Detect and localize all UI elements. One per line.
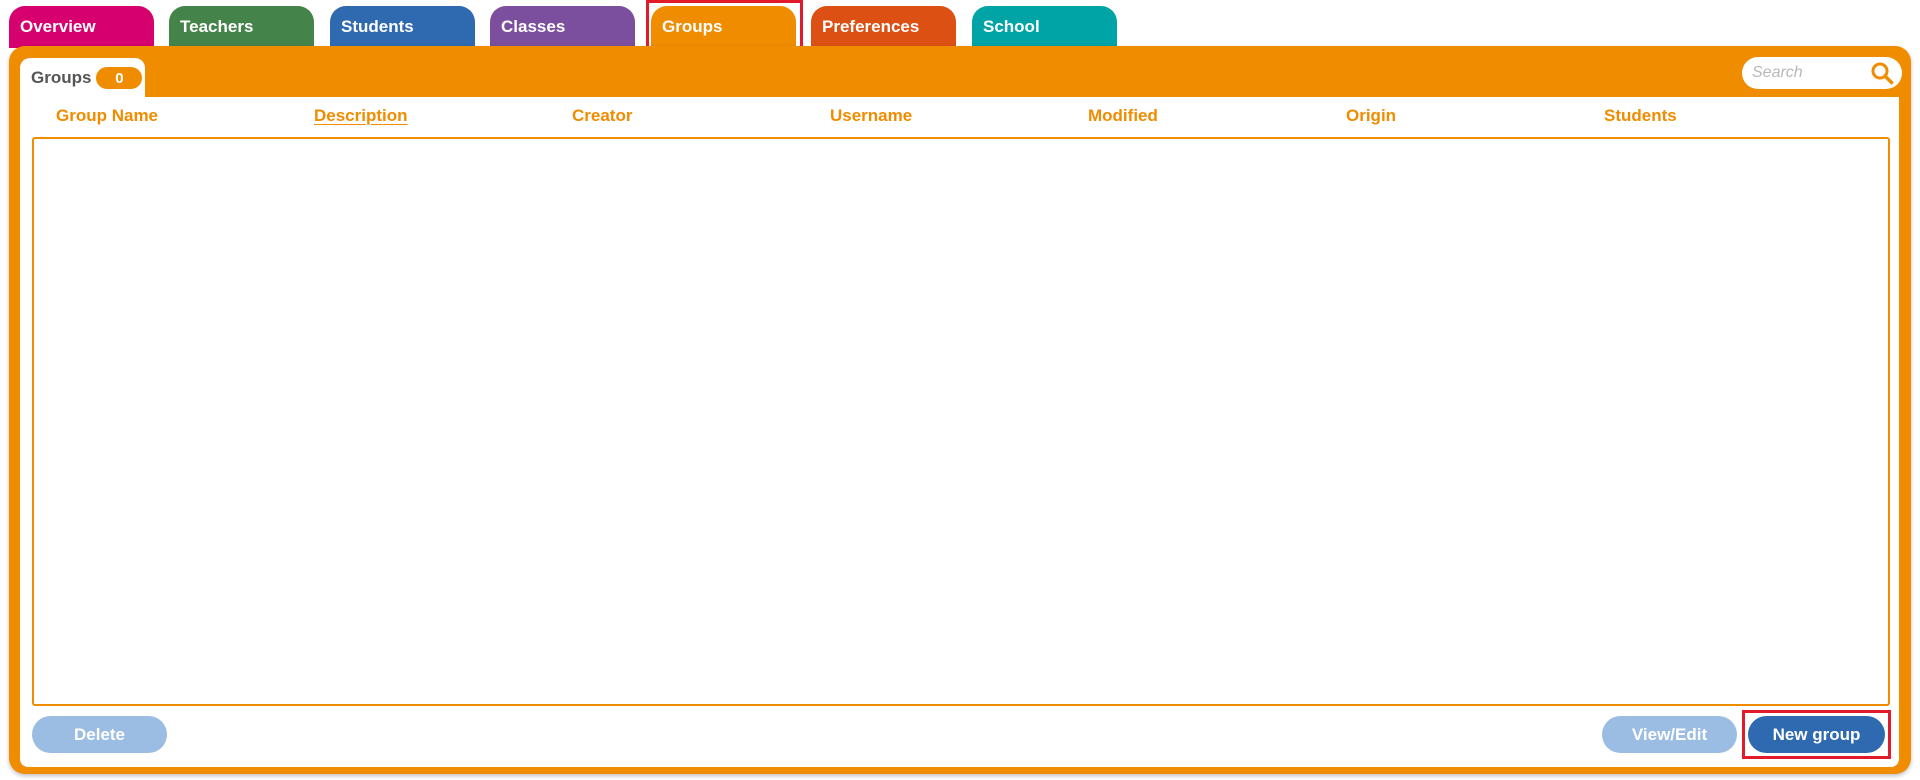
column-username[interactable]: Username xyxy=(830,106,912,126)
column-modified[interactable]: Modified xyxy=(1088,106,1158,126)
column-creator[interactable]: Creator xyxy=(572,106,632,126)
tab-classes[interactable]: Classes xyxy=(490,6,635,48)
group-count-badge: 0 xyxy=(96,67,143,89)
column-origin[interactable]: Origin xyxy=(1346,106,1396,126)
column-students[interactable]: Students xyxy=(1604,106,1677,126)
tab-school[interactable]: School xyxy=(972,6,1117,48)
tab-preferences[interactable]: Preferences xyxy=(811,6,956,48)
subtab-groups[interactable]: Groups 0 xyxy=(20,58,145,98)
tab-students[interactable]: Students xyxy=(330,6,475,48)
search-box[interactable] xyxy=(1742,57,1902,89)
groups-list[interactable] xyxy=(32,137,1890,706)
search-icon[interactable] xyxy=(1870,61,1894,85)
new-group-button[interactable]: New group xyxy=(1748,716,1885,753)
search-input[interactable] xyxy=(1752,64,1870,82)
subtab-label: Groups xyxy=(31,68,92,87)
delete-button[interactable]: Delete xyxy=(32,716,167,753)
tab-overview[interactable]: Overview xyxy=(9,6,154,48)
column-description[interactable]: Description xyxy=(314,106,408,126)
tab-teachers[interactable]: Teachers xyxy=(169,6,314,48)
tab-groups[interactable]: Groups xyxy=(651,6,796,48)
column-group-name[interactable]: Group Name xyxy=(56,106,158,126)
view-edit-button[interactable]: View/Edit xyxy=(1602,716,1737,753)
